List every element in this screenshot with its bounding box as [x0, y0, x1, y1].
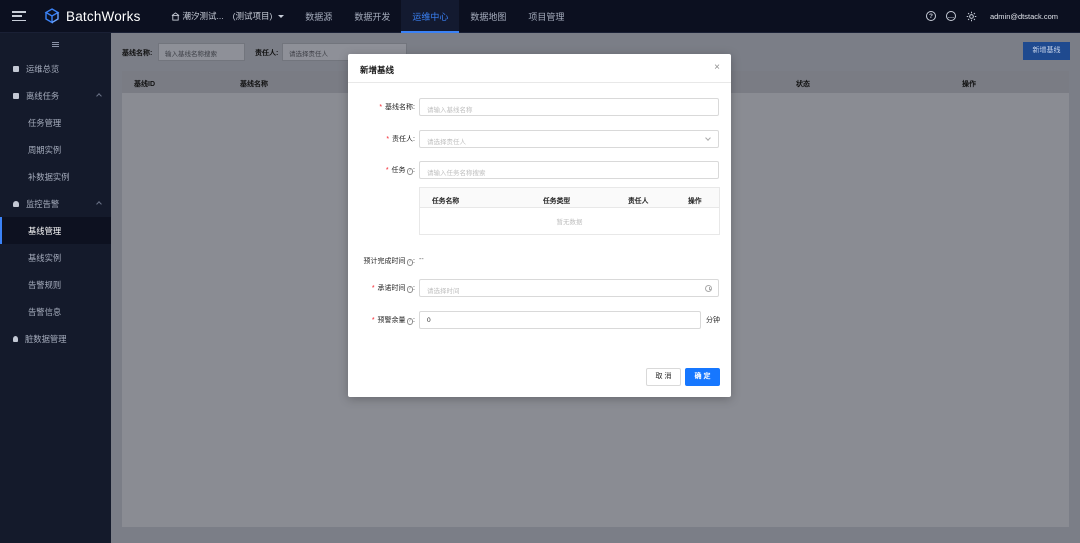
dashboard-icon	[13, 65, 19, 72]
main-nav: 数据源 数据开发 运维中心 数据地图 项目管理	[294, 0, 575, 33]
menu-icon[interactable]	[12, 11, 26, 21]
margin-unit: 分钟	[706, 317, 720, 324]
help-icon[interactable]: ?	[925, 11, 936, 21]
col-baseline-id: 基线ID	[134, 81, 155, 88]
task-icon	[13, 92, 19, 99]
bell-icon	[13, 200, 19, 207]
col-actions: 操作	[962, 81, 976, 88]
col-task-owner: 责任人	[628, 197, 649, 205]
sidebar-group-offline-tasks[interactable]: 离线任务	[0, 82, 111, 109]
modal-header: 新增基线 ×	[348, 54, 731, 83]
form-row-name: * 基线名称: 请输入基线名称	[348, 98, 731, 116]
question-icon[interactable]: ?	[406, 286, 414, 293]
project-icon	[171, 11, 179, 21]
baseline-name-input[interactable]: 请输入基线名称	[419, 98, 719, 116]
col-task-type: 任务类型	[543, 197, 571, 205]
sidebar-item-label: 离线任务	[26, 90, 60, 101]
cancel-button[interactable]: 取 消	[646, 368, 681, 386]
clock-icon	[705, 284, 712, 292]
sidebar-item-label: 监控告警	[26, 198, 60, 209]
brand-name: BatchWorks	[66, 8, 141, 24]
nav-datasource[interactable]: 数据源	[294, 0, 343, 33]
col-baseline-name: 基线名称	[240, 81, 268, 88]
sidebar: 运维总览 离线任务 任务管理 周期实例 补数据实例 监控告警 基线管理 基线实例…	[0, 33, 111, 543]
question-icon[interactable]: ?	[406, 259, 414, 266]
top-bar: BatchWorks 潮汐测试... (测试项目) 数据源 数据开发 运维中心 …	[0, 0, 1080, 33]
question-icon[interactable]: ?	[406, 318, 414, 325]
close-icon[interactable]: ×	[714, 63, 720, 73]
field-label: * 预警余量?:	[371, 317, 415, 325]
modal-title: 新增基线	[360, 65, 395, 75]
sidebar-group-monitor-alert[interactable]: 监控告警	[0, 190, 111, 217]
project-switcher[interactable]: 潮汐测试... (测试项目)	[171, 10, 285, 22]
sidebar-item-cycle-instance[interactable]: 周期实例	[0, 136, 111, 163]
col-task-actions: 操作	[688, 197, 702, 205]
filter-name-label: 基线名称:	[122, 50, 153, 57]
user-icon	[13, 335, 18, 342]
project-name: 潮汐测试...	[182, 11, 224, 21]
form-row-commit-time: * 承诺时间?: 请选择时间	[348, 279, 731, 297]
sidebar-item-backfill-instance[interactable]: 补数据实例	[0, 163, 111, 190]
form-row-margin: * 预警余量?: 0 分钟	[348, 311, 731, 329]
filter-name-input[interactable]: 输入基线名称搜索	[158, 43, 245, 61]
col-task-name: 任务名称	[432, 197, 460, 205]
field-label: * 任务?:	[385, 167, 415, 175]
sidebar-item-baseline-mgmt[interactable]: 基线管理	[0, 217, 111, 244]
sidebar-item-alert-info[interactable]: 告警信息	[0, 298, 111, 325]
field-label: * 基线名称:	[379, 104, 415, 111]
nav-data-dev[interactable]: 数据开发	[343, 0, 401, 33]
sidebar-item-alert-rules[interactable]: 告警规则	[0, 271, 111, 298]
add-baseline-modal: 新增基线 × * 基线名称: 请输入基线名称 * 责任人: 请选择责任人 * 任务?:…	[348, 54, 731, 397]
nav-project-mgmt[interactable]: 项目管理	[517, 0, 575, 33]
commit-time-picker[interactable]: 请选择时间	[419, 279, 719, 297]
caret-down-icon	[278, 14, 285, 18]
sidebar-item-task-mgmt[interactable]: 任务管理	[0, 109, 111, 136]
project-tag: (测试项目)	[232, 11, 273, 21]
field-label: * 承诺时间?:	[371, 285, 415, 293]
field-label: 预计完成时间?:	[363, 258, 415, 266]
form-row-estimate: 预计完成时间?: --	[348, 252, 731, 270]
task-search-input[interactable]: 请输入任务名称搜索	[419, 161, 719, 179]
collapse-icon[interactable]	[0, 33, 111, 55]
message-icon[interactable]: …	[945, 11, 956, 21]
sidebar-item-label: 脏数据管理	[25, 333, 67, 344]
filter-owner-label: 责任人:	[255, 50, 279, 57]
estimate-value: --	[419, 256, 424, 263]
ok-button[interactable]: 确 定	[685, 368, 720, 386]
field-label: * 责任人:	[386, 136, 415, 143]
sidebar-item-dirty-data[interactable]: 脏数据管理	[0, 325, 111, 352]
sidebar-item-label: 运维总览	[26, 63, 60, 74]
task-table: 任务名称 任务类型 责任人 操作 暂无数据	[419, 187, 720, 235]
form-row-owner: * 责任人: 请选择责任人	[348, 130, 731, 148]
sidebar-item-overview[interactable]: 运维总览	[0, 55, 111, 82]
chevron-up-icon	[96, 93, 102, 99]
nav-data-map[interactable]: 数据地图	[459, 0, 517, 33]
nav-ops-center[interactable]: 运维中心	[401, 0, 460, 33]
add-baseline-button[interactable]: 新增基线	[1023, 42, 1070, 60]
margin-input[interactable]: 0	[419, 311, 701, 329]
question-icon[interactable]: ?	[406, 168, 414, 175]
chevron-down-icon	[705, 135, 711, 141]
form-row-task: * 任务?: 请输入任务名称搜索	[348, 161, 731, 179]
owner-select[interactable]: 请选择责任人	[419, 130, 719, 148]
chevron-up-icon	[96, 201, 102, 207]
empty-text: 暂无数据	[556, 219, 583, 226]
task-table-header: 任务名称 任务类型 责任人 操作	[420, 188, 719, 208]
logo-icon	[44, 8, 60, 24]
col-status: 状态	[796, 81, 810, 88]
top-right-tools: ? … admin@dtstack.com	[925, 11, 1058, 22]
user-email[interactable]: admin@dtstack.com	[990, 12, 1058, 21]
gear-icon[interactable]	[966, 11, 977, 22]
sidebar-item-baseline-instance[interactable]: 基线实例	[0, 244, 111, 271]
